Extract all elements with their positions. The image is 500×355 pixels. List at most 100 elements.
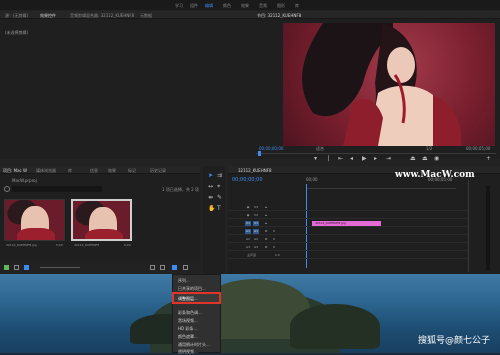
track-label-a3: A3 (254, 245, 258, 249)
track-lock-icon[interactable]: 🔒︎ (263, 205, 269, 210)
premiere-window: 学习 组件 编辑 颜色 效果 音频 图形 库 源：(无剪辑) 效果控件 音频剪辑… (0, 0, 500, 274)
tab-info[interactable]: 信息 (90, 168, 98, 174)
track-v2: ◉ V2 🔒︎ (229, 212, 470, 219)
project-panel: 项目: Mac W 媒体浏览器 库 信息 效果 标记 历史记录 MacW.prp… (0, 166, 200, 274)
fit-dropdown[interactable]: 适合 (316, 147, 324, 151)
tab-sequence[interactable]: 32112_KUEHNF8 (238, 168, 272, 173)
workspace-tab-libraries[interactable]: 库 (295, 3, 299, 9)
tab-effect-controls[interactable]: 效果控件 (40, 13, 56, 19)
slip-tool-icon[interactable]: ⇹ (208, 195, 213, 201)
ripple-tool-icon[interactable]: ↔ (208, 184, 213, 190)
track-select-tool-icon[interactable]: ⇉ (217, 173, 222, 179)
time-ruler[interactable] (306, 188, 456, 189)
zoom-slider[interactable] (40, 267, 80, 268)
tab-project[interactable]: 项目: Mac W (3, 168, 27, 174)
master-track-value[interactable]: 0.0 (275, 254, 280, 257)
step-forward-icon[interactable]: ⇥ (386, 156, 391, 162)
workspace-tab-effects[interactable]: 效果 (241, 3, 249, 9)
tools-panel: ➤ ⇉ ↔ ⌖ ⇹ ✎ ✋ T (203, 166, 225, 274)
lift-icon[interactable]: ⏏ (410, 156, 416, 162)
project-item-thumb-2[interactable] (71, 199, 132, 241)
workspace-tab-learn[interactable]: 学习 (175, 3, 183, 9)
playback-scrubber[interactable] (256, 153, 496, 154)
track-a1: A1 A1 MS (229, 228, 470, 235)
tab-libraries[interactable]: 库 (68, 168, 72, 174)
tab-effects[interactable]: 效果 (108, 168, 116, 174)
no-clip-selected: (未选择剪辑) (5, 30, 29, 35)
track-label-v1[interactable]: V1 (253, 221, 259, 226)
list-view-icon[interactable] (14, 265, 19, 270)
pencil-icon[interactable] (4, 265, 9, 270)
track-label-v3: V3 (254, 205, 258, 209)
timeline-timecode[interactable]: 00;00;00;00 (232, 178, 263, 183)
mark-out-icon[interactable]: ⎸ (328, 156, 334, 162)
project-search-input[interactable] (12, 186, 102, 192)
menu-item-hd-bars[interactable]: HD 彩条... (178, 326, 197, 332)
menu-item-adjustment-layer[interactable]: 调整图层... (178, 296, 198, 302)
menu-item-color-matte[interactable]: 颜色遮罩... (178, 334, 198, 340)
workspace-tab-color[interactable]: 颜色 (223, 3, 231, 9)
timeline-clip[interactable]: 32112_KUEHNF8.jpg (312, 221, 381, 226)
project-item-thumb-1[interactable] (4, 199, 65, 241)
track-label-a2: A2 (254, 237, 258, 241)
pen-tool-icon[interactable]: ✎ (217, 195, 222, 201)
play-icon[interactable]: ▶ (362, 156, 367, 162)
menu-item-bars-tone[interactable]: 彩条和色调... (178, 310, 202, 316)
menu-item-sequence[interactable]: 序列... (178, 278, 190, 284)
master-track-label: 主声道 (247, 253, 257, 257)
program-title[interactable]: 节目: 32112_KUEHNF8 (257, 13, 301, 19)
frame-back-icon[interactable]: ◂ (350, 156, 353, 162)
clip-label: 32112_KUEHNF8.jpg (315, 221, 346, 225)
find-icon[interactable] (150, 265, 155, 270)
new-item-icon[interactable] (172, 265, 177, 270)
track-v3: ◉ V3 🔒︎ (229, 204, 470, 211)
frame-forward-icon[interactable]: ▸ (374, 156, 377, 162)
track-master: 主声道 0.0 (229, 252, 470, 259)
resolution-dropdown[interactable]: 1/2 (426, 147, 432, 151)
watermark-site: www.MacW.com (395, 170, 475, 180)
transport-bar: ▾ ⎸ ⇤ ◂ ▶ ▸ ⇥ ⏏ ⏏ ◉ + (310, 156, 500, 164)
selection-count: 1 项已选择，共 2 项 (162, 187, 199, 192)
tab-history[interactable]: 历史记录 (150, 168, 166, 174)
new-bin-icon[interactable] (160, 265, 165, 270)
step-back-icon[interactable]: ⇤ (338, 156, 343, 162)
program-timecode-current[interactable]: 00;00;00;00 (259, 147, 283, 151)
playhead-icon[interactable] (258, 151, 261, 156)
menu-item-countdown[interactable]: 通用倒计时片头... (178, 342, 210, 348)
workspace-bar: 学习 组件 编辑 颜色 效果 音频 图形 库 (0, 0, 500, 10)
selection-tool-icon[interactable]: ➤ (208, 173, 213, 179)
new-item-menu: 序列... 已共享的项目... 脱机文件... 彩条和色调... 黑场视频...… (172, 274, 221, 355)
add-button-icon[interactable]: + (486, 156, 491, 162)
track-label-a1[interactable]: A1 (253, 229, 259, 234)
watermark-source: 搜狐号@颜七公子 (418, 336, 491, 346)
type-tool-icon[interactable]: T (217, 206, 221, 212)
extract-icon[interactable]: ⏏ (422, 156, 428, 162)
trash-icon[interactable] (183, 265, 188, 270)
menu-item-black-video[interactable]: 黑场视频... (178, 318, 198, 324)
tab-metadata[interactable]: 元数据 (140, 13, 152, 19)
track-lock-icon[interactable]: 🔒︎ (263, 213, 269, 218)
ruler-start: 00;00 (306, 177, 318, 182)
export-frame-icon[interactable]: ◉ (434, 156, 439, 162)
project-file-name: MacW.prproj (12, 178, 37, 183)
mark-in-icon[interactable]: ▾ (314, 156, 317, 162)
workspace-tab-assembly[interactable]: 组件 (190, 3, 198, 9)
workspace-tab-edit[interactable]: 编辑 (205, 3, 213, 9)
search-icon[interactable] (4, 186, 10, 192)
track-lock-icon[interactable]: 🔒︎ (263, 221, 269, 226)
source-panel: 源：(无剪辑) 效果控件 音频剪辑混合器: 32112_KUEHNF8 元数据 … (0, 11, 278, 159)
tab-source[interactable]: 源：(无剪辑) (5, 13, 28, 19)
icon-view-icon[interactable] (24, 265, 29, 270)
tab-markers[interactable]: 标记 (128, 168, 136, 174)
menu-item-adjustment-layer-highlight[interactable]: 调整图层... (172, 292, 221, 304)
hand-tool-icon[interactable]: ✋ (208, 206, 215, 212)
desktop: 学习 组件 编辑 颜色 效果 音频 图形 库 源：(无剪辑) 效果控件 音频剪辑… (0, 0, 500, 355)
tab-media-browser[interactable]: 媒体浏览器 (36, 168, 56, 174)
menu-item-transparent-video[interactable]: 透明视频... (178, 349, 198, 355)
model-image (302, 23, 462, 146)
razor-tool-icon[interactable]: ⌖ (217, 184, 220, 190)
tab-audio-clip-mixer[interactable]: 音频剪辑混合器: 32112_KUEHNF8 (70, 13, 134, 19)
track-a3: A3 A3 MS (229, 244, 470, 251)
workspace-tab-audio[interactable]: 音频 (259, 3, 267, 9)
workspace-tab-graphics[interactable]: 图形 (277, 3, 285, 9)
